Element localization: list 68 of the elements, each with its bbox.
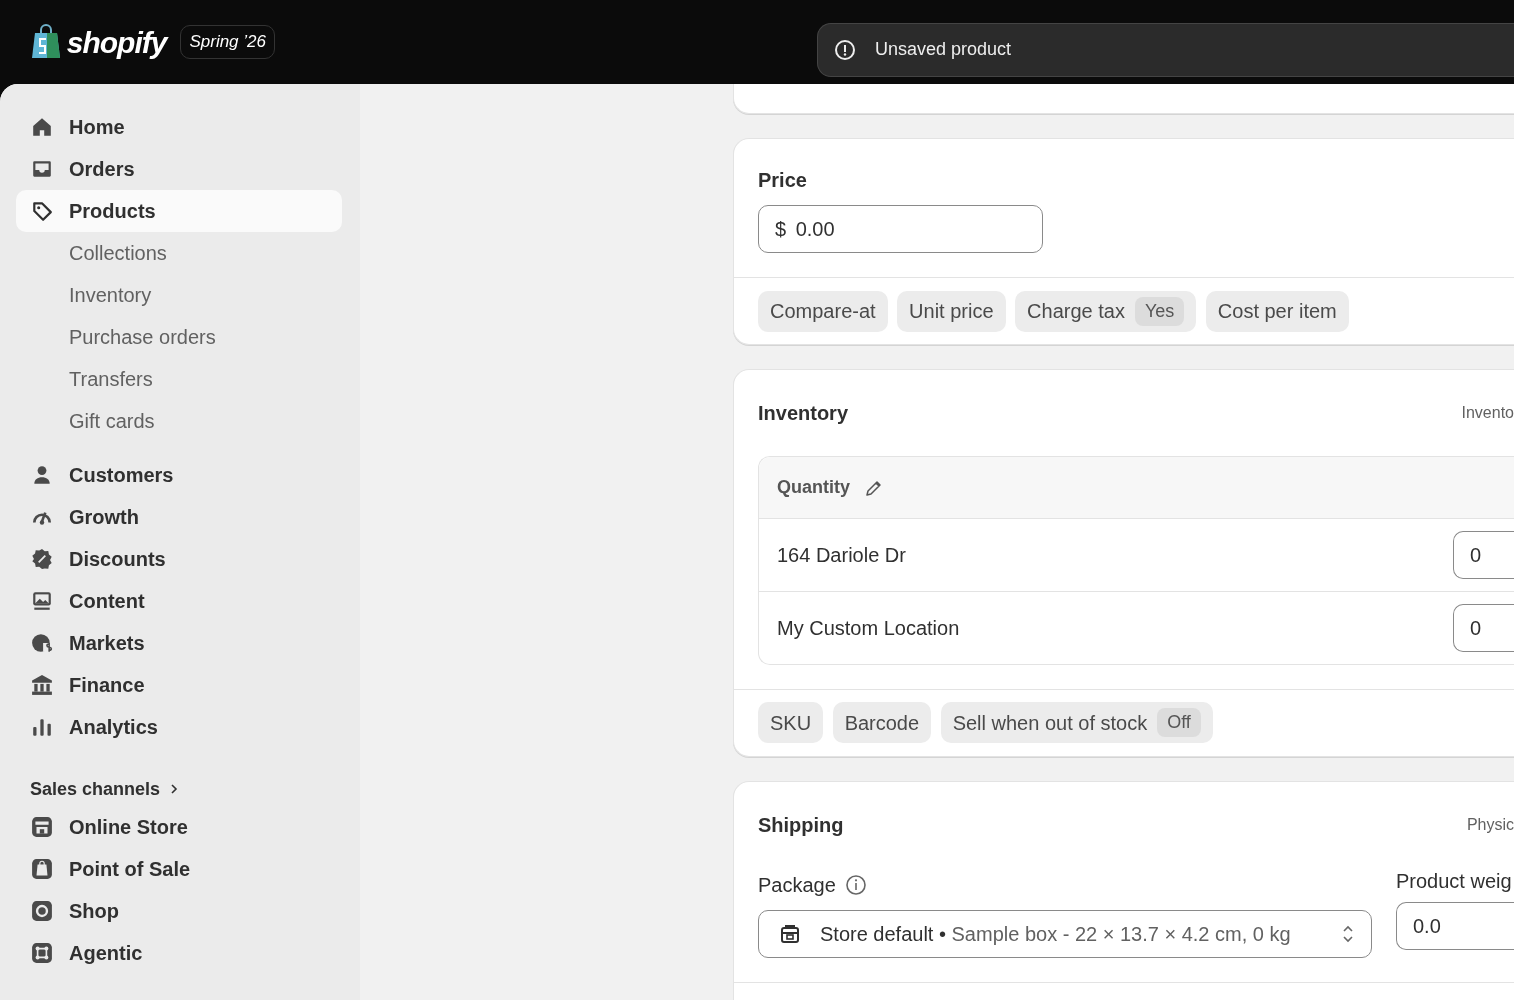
column-header: Quantity (777, 476, 850, 499)
sidebar-item[interactable]: Orders (16, 148, 342, 190)
ring-icon (31, 900, 53, 922)
sidebar-item[interactable]: Collections (16, 232, 342, 274)
sidebar-item[interactable]: Online Store (16, 806, 342, 848)
info-icon[interactable] (845, 874, 868, 896)
shopping-bag-icon (31, 858, 53, 880)
chip-button[interactable]: Sell when out of stock Off (940, 702, 1213, 743)
sidebar-item[interactable]: Content (16, 580, 342, 622)
sidebar-item[interactable]: Agentic (16, 932, 342, 974)
chip-button[interactable]: SKU (758, 702, 824, 743)
weight-field[interactable]: 0.0 (1396, 901, 1514, 950)
price-field[interactable]: $ 0.00 (758, 204, 1043, 253)
chip-button[interactable]: Charge tax Yes (1015, 290, 1197, 332)
shopping-bag-icon (30, 24, 62, 60)
sidebar-item[interactable]: Analytics (16, 706, 342, 748)
section-link[interactable]: Invento (1461, 400, 1514, 425)
quantity-field[interactable]: 0 (1453, 604, 1514, 652)
chip-button[interactable]: Barcode (832, 702, 932, 743)
field-label: Package (758, 873, 836, 898)
section-header[interactable]: Sales channels (30, 772, 342, 806)
chevron-right-icon (170, 783, 179, 795)
value-badge: Off (1157, 708, 1201, 737)
card-title: Price (758, 168, 808, 193)
sidebar-item[interactable]: Discounts (16, 538, 342, 580)
card-title: Inventory (758, 400, 849, 426)
person-icon (31, 464, 53, 486)
quantity-field[interactable]: 0 (1453, 531, 1514, 579)
sidebar-item[interactable]: Growth (16, 496, 342, 538)
sidebar-item[interactable]: Products (16, 190, 342, 232)
storefront-icon (31, 816, 53, 838)
sidebar-item[interactable]: Gift cards (16, 400, 342, 442)
network-icon (31, 942, 53, 964)
section-text: Physic (1466, 815, 1514, 835)
location-name: My Custom Location (777, 616, 960, 641)
sidebar-item[interactable]: Transfers (16, 358, 342, 400)
sidebar-item[interactable]: Finance (16, 664, 342, 706)
sidebar-item[interactable]: Inventory (16, 274, 342, 316)
sidebar-item[interactable]: Markets (16, 622, 342, 664)
sidebar-item[interactable]: Customers (16, 454, 342, 496)
location-name: 164 Dariole Dr (777, 543, 906, 568)
tray-icon (31, 158, 53, 180)
alert-icon (834, 38, 856, 61)
house-icon (31, 116, 53, 138)
logo-text: shopify (66, 24, 167, 61)
value-badge: Yes (1134, 296, 1185, 326)
field-label: Product weig (1396, 869, 1512, 894)
bank-icon (31, 674, 53, 696)
image-icon (31, 590, 53, 612)
edition-badge: Spring ’26 (180, 25, 275, 59)
box-icon (779, 922, 801, 945)
tag-icon (31, 200, 53, 222)
badge-percent-icon (31, 548, 53, 570)
chip-button[interactable]: Cost per item (1205, 290, 1349, 332)
package-value: Store default • Sample box - 22 × 13.7 × 4.2 cm, 0 kg (820, 921, 1292, 947)
chip-button[interactable]: Unit price (897, 290, 1006, 332)
sidebar-item[interactable]: Shop (16, 890, 342, 932)
bar-chart-icon (31, 716, 53, 738)
field-value: 0.00 (795, 216, 835, 242)
globe-icon (31, 632, 53, 654)
card-title: Shipping (758, 813, 844, 838)
sidebar-item[interactable]: Point of Sale (16, 848, 342, 890)
package-select[interactable]: Store default • Sample box - 22 × 13.7 × 4.2 cm, 0 kg (758, 909, 1372, 958)
notice-text: Unsaved product (875, 38, 1012, 61)
sidebar-item[interactable]: Purchase orders (16, 316, 342, 358)
sidebar-item[interactable]: Home (16, 106, 342, 148)
chip-button[interactable]: Compare-at (758, 290, 888, 332)
currency-symbol: $ (775, 216, 787, 242)
